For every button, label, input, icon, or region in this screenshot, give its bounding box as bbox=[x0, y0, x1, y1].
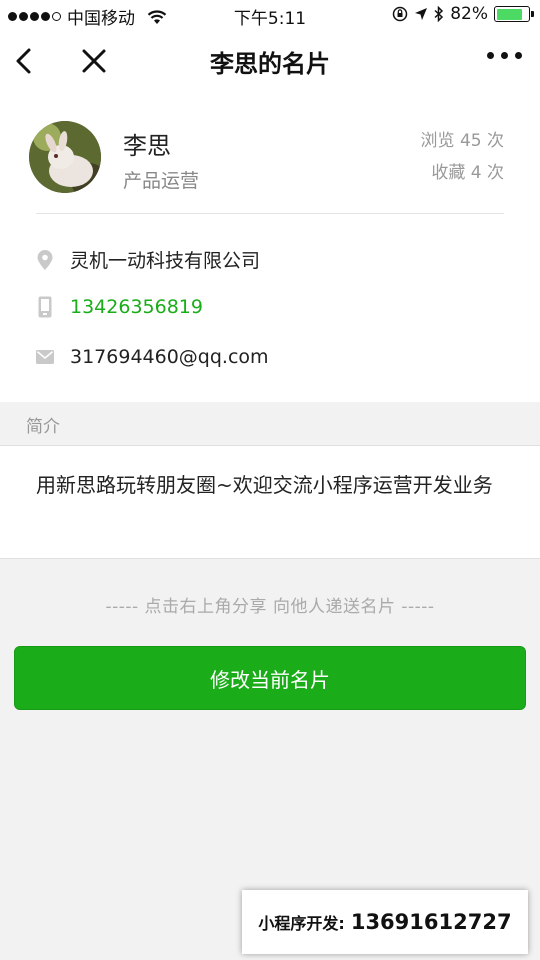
company-name: 灵机一动科技有限公司 bbox=[70, 250, 261, 272]
intro-header: 简介 bbox=[0, 402, 540, 446]
profile-name: 李思 bbox=[123, 132, 171, 160]
promo-banner: 小程序开发: 13691612727 bbox=[242, 890, 528, 954]
battery-percent: 82% bbox=[450, 4, 488, 24]
battery-icon bbox=[494, 6, 534, 22]
avatar[interactable] bbox=[29, 121, 101, 193]
status-bar: 中国移动 下午5:11 82% bbox=[0, 0, 540, 30]
nav-bar: 李思的名片 bbox=[0, 30, 540, 92]
divider bbox=[36, 213, 504, 214]
location-icon bbox=[36, 249, 54, 271]
battery-fill bbox=[496, 8, 522, 20]
email-address[interactable]: 317694460@qq.com bbox=[70, 346, 269, 368]
promo-number: 13691612727 bbox=[350, 910, 512, 934]
bluetooth-icon bbox=[434, 6, 444, 22]
intro-body: 用新思路玩转朋友圈~欢迎交流小程序运营开发业务 bbox=[0, 446, 540, 559]
phone-row[interactable]: 13426356819 bbox=[36, 296, 203, 318]
phone-icon bbox=[36, 296, 54, 318]
status-right: 82% bbox=[392, 4, 534, 24]
email-row[interactable]: 317694460@qq.com bbox=[36, 346, 269, 368]
profile-card: 李思 产品运营 浏览 45 次 收藏 4 次 灵机一动科技有限公司 134263… bbox=[0, 92, 540, 402]
company-row: 灵机一动科技有限公司 bbox=[36, 246, 260, 273]
page-title: 李思的名片 bbox=[210, 50, 330, 78]
promo-label: 小程序开发: bbox=[258, 914, 345, 933]
phone-number[interactable]: 13426356819 bbox=[70, 296, 203, 318]
share-tip: ----- 点击右上角分享 向他人递送名片 ----- bbox=[105, 597, 435, 617]
favorite-count: 收藏 4 次 bbox=[431, 163, 504, 183]
location-arrow-icon bbox=[415, 8, 428, 20]
view-count: 浏览 45 次 bbox=[420, 131, 504, 151]
profile-title: 产品运营 bbox=[123, 170, 200, 192]
avatar-image bbox=[29, 121, 101, 193]
rotation-lock-icon bbox=[392, 6, 408, 22]
mail-icon bbox=[36, 346, 54, 368]
edit-card-button[interactable]: 修改当前名片 bbox=[14, 646, 526, 710]
more-icon[interactable] bbox=[487, 52, 522, 59]
intro-text: 用新思路玩转朋友圈~欢迎交流小程序运营开发业务 bbox=[36, 473, 493, 497]
intro-header-label: 简介 bbox=[26, 417, 60, 437]
